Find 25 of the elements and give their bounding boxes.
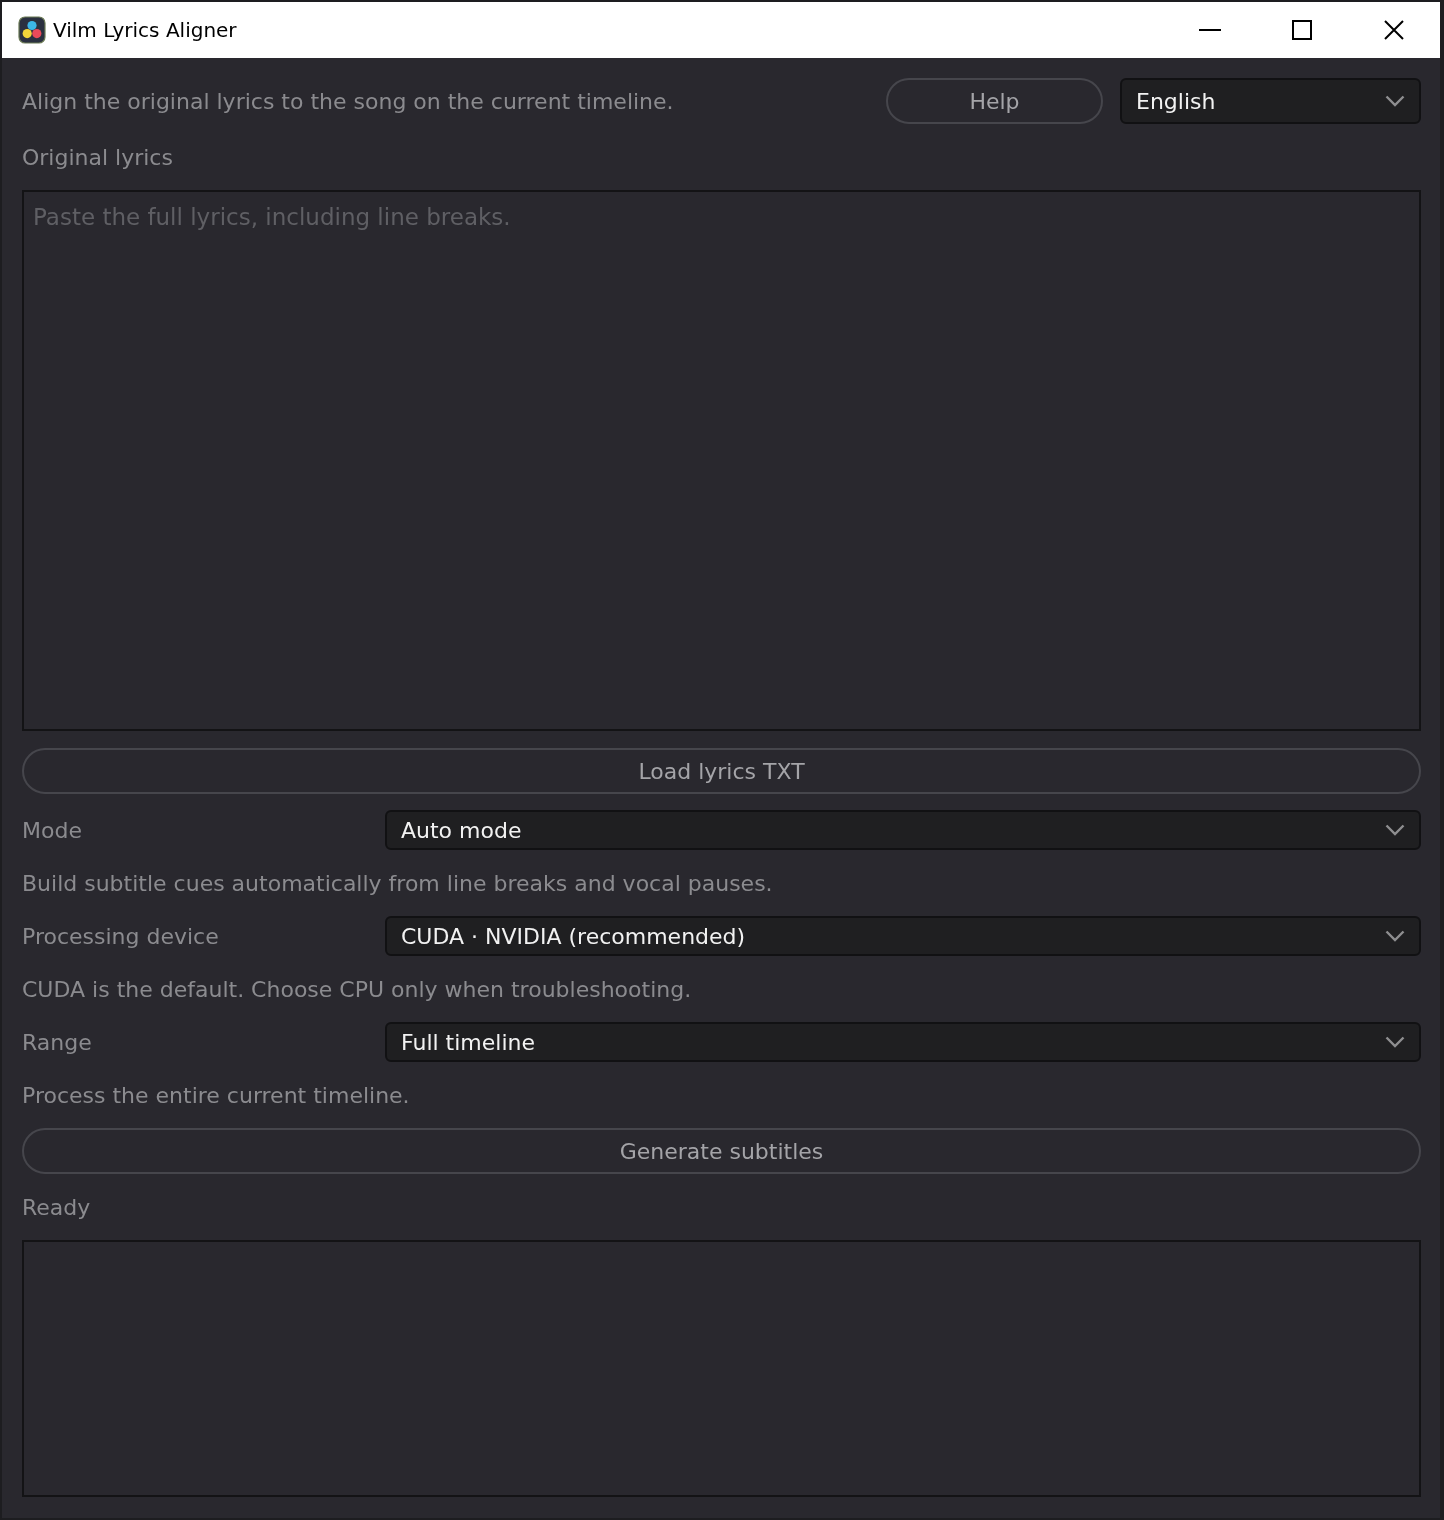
setting-hint: CUDA is the default. Choose CPU only when troubleshooting. — [22, 976, 692, 1002]
setting-hint: Process the entire current timeline. — [22, 1082, 410, 1108]
description-text: Align the original lyrics to the song on the current timeline. — [22, 88, 675, 114]
setting-label: Mode — [22, 817, 83, 843]
setting-dropdown[interactable]: CUDA · NVIDIA (recommended) — [385, 916, 1421, 956]
minimize-icon — [1199, 29, 1221, 31]
load-lyrics-button[interactable]: Load lyrics TXT — [22, 748, 1421, 794]
status-text: Ready — [22, 1194, 91, 1220]
chevron-down-icon — [1385, 824, 1405, 836]
chevron-down-icon — [1385, 95, 1405, 107]
maximize-icon — [1292, 20, 1312, 40]
generate-subtitles-button[interactable]: Generate subtitles — [22, 1128, 1421, 1174]
app-logo-icon — [18, 16, 46, 44]
close-icon — [1384, 20, 1404, 40]
chevron-down-icon — [1385, 1036, 1405, 1048]
setting-dropdown[interactable]: Auto mode — [385, 810, 1421, 850]
window-title: Vilm Lyrics Aligner — [53, 18, 238, 42]
setting-dropdown[interactable]: Full timeline — [385, 1022, 1421, 1062]
setting-hint: Build subtitle cues automatically from line breaks and vocal pauses. — [22, 870, 773, 896]
lyrics-label: Original lyrics — [22, 144, 173, 170]
help-button[interactable]: Help — [886, 78, 1103, 124]
setting-label: Processing device — [22, 923, 220, 949]
chevron-down-icon — [1385, 930, 1405, 942]
setting-label: Range — [22, 1029, 93, 1055]
language-dropdown[interactable]: English — [1120, 78, 1421, 124]
